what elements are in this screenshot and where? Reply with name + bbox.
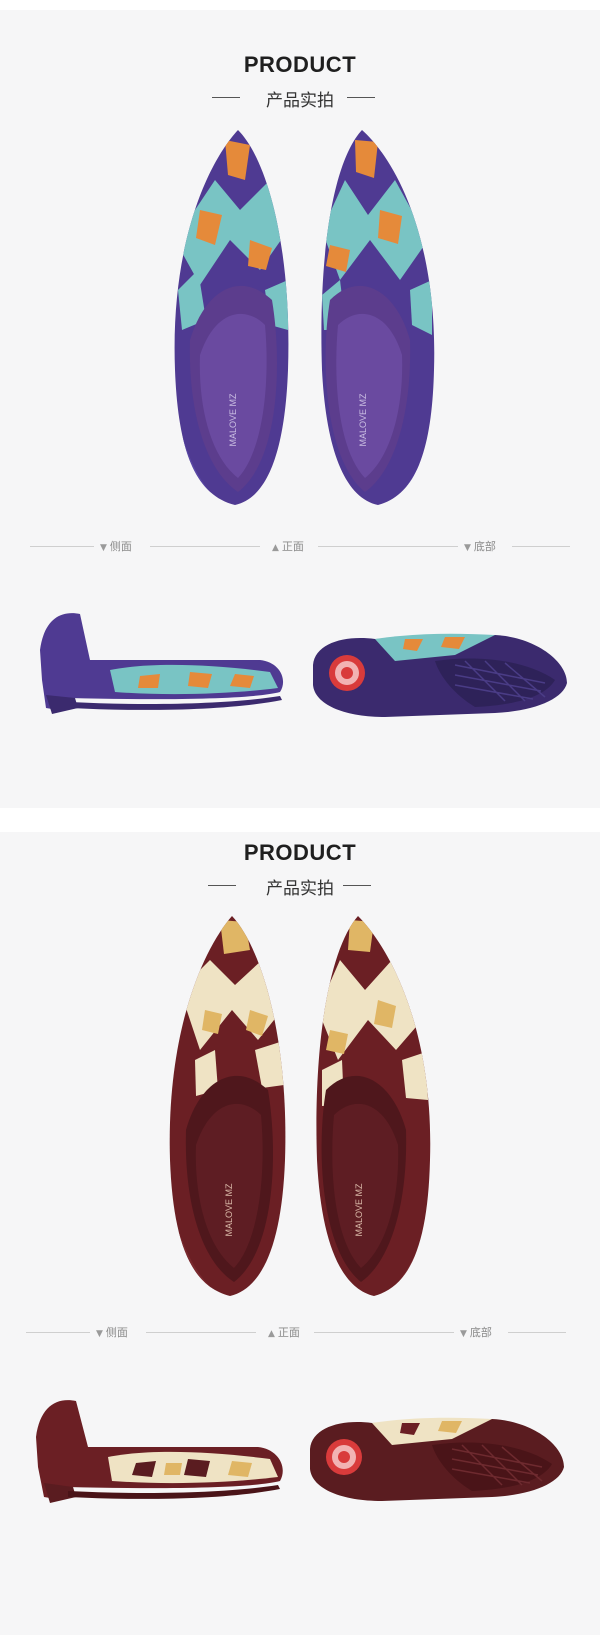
shoe-side-view xyxy=(36,1400,283,1503)
product-section-burgundy: PRODUCT 产品实拍 MALOVE MZ MALOVE MZ ▼ 侧面 ▲ … xyxy=(0,832,600,1635)
shoe-pair-top-view: MALOVE MZ MALOVE MZ xyxy=(174,130,435,505)
view-label-side: ▼ 侧面 xyxy=(96,1326,128,1339)
insole-brand: MALOVE MZ xyxy=(228,393,238,447)
view-label-side: ▼ 侧面 xyxy=(100,540,132,553)
view-label-bottom: ▼ 底部 xyxy=(460,1326,492,1339)
section-title: PRODUCT xyxy=(243,840,357,865)
view-label-bottom: ▼ 底部 xyxy=(464,540,496,553)
subtitle-right-rule xyxy=(347,97,375,98)
shoe-sole-view xyxy=(313,633,567,717)
shoe-pair-top-view: MALOVE MZ MALOVE MZ xyxy=(169,916,431,1296)
subtitle-right-rule xyxy=(343,885,371,886)
view-labels-row: ▼ 侧面 ▲ 正面 ▼ 底部 xyxy=(0,1324,600,1340)
insole-brand: MALOVE MZ xyxy=(224,1183,234,1237)
insole-brand: MALOVE MZ xyxy=(358,393,368,447)
view-label-front: ▲ 正面 xyxy=(268,1326,300,1339)
insole-brand: MALOVE MZ xyxy=(354,1183,364,1237)
section-title: PRODUCT xyxy=(243,52,357,77)
section-subtitle: 产品实拍 xyxy=(266,879,334,899)
section-subtitle: 产品实拍 xyxy=(266,91,334,111)
view-label-front: ▲ 正面 xyxy=(272,540,304,553)
product-section-purple: PRODUCT 产品实拍 MALOVE MZ MALOVE MZ ▼ 侧面 ▲ … xyxy=(0,10,600,808)
shoe-sole-view xyxy=(310,1417,564,1501)
view-labels-row: ▼ 侧面 ▲ 正面 ▼ 底部 xyxy=(0,538,600,554)
shoe-side-view xyxy=(40,613,284,714)
